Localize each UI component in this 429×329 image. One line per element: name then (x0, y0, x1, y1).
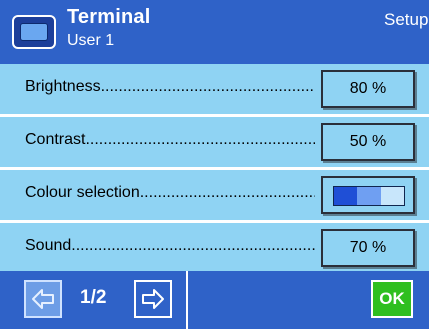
footer-divider (186, 271, 188, 329)
colour-selection-button[interactable] (321, 176, 415, 214)
mode-label: Setup (384, 10, 429, 29)
arrow-left-icon (32, 289, 54, 309)
setting-label: Sound (25, 237, 72, 254)
prev-page-button[interactable] (24, 280, 62, 318)
footer-bar: 1/2 OK (0, 271, 429, 329)
setting-label: Colour selection (25, 184, 140, 201)
ok-button[interactable]: OK (371, 280, 413, 318)
colour-segment (357, 187, 381, 205)
arrow-right-icon (142, 289, 164, 309)
setting-row-contrast: Contrast................................… (0, 117, 429, 167)
brightness-value-button[interactable]: 80 % (321, 70, 415, 108)
page-indicator: 1/2 (80, 287, 107, 308)
terminal-setup-screen: Terminal User 1 Setup Brightness........… (0, 0, 429, 329)
colour-segment (380, 187, 404, 205)
terminal-icon (12, 15, 56, 49)
setting-row-colour-selection: Colour selection........................… (0, 170, 429, 220)
dot-leader: ........................................… (100, 78, 315, 95)
dot-leader: ........................................… (139, 184, 315, 201)
screen-title: Terminal (67, 6, 151, 28)
setting-label: Contrast (25, 131, 86, 148)
settings-list: Brightness..............................… (0, 64, 429, 271)
setting-row-brightness: Brightness..............................… (0, 64, 429, 114)
colour-segment (334, 187, 358, 205)
dot-leader: ........................................… (85, 131, 315, 148)
colour-swatch (333, 186, 405, 206)
next-page-button[interactable] (134, 280, 172, 318)
user-label: User 1 (67, 32, 115, 49)
header-bar: Terminal User 1 Setup (0, 0, 429, 64)
contrast-value-button[interactable]: 50 % (321, 123, 415, 161)
setting-row-sound: Sound...................................… (0, 223, 429, 273)
dot-leader: ........................................… (71, 237, 315, 254)
sound-value-button[interactable]: 70 % (321, 229, 415, 267)
setting-label: Brightness (25, 78, 101, 95)
